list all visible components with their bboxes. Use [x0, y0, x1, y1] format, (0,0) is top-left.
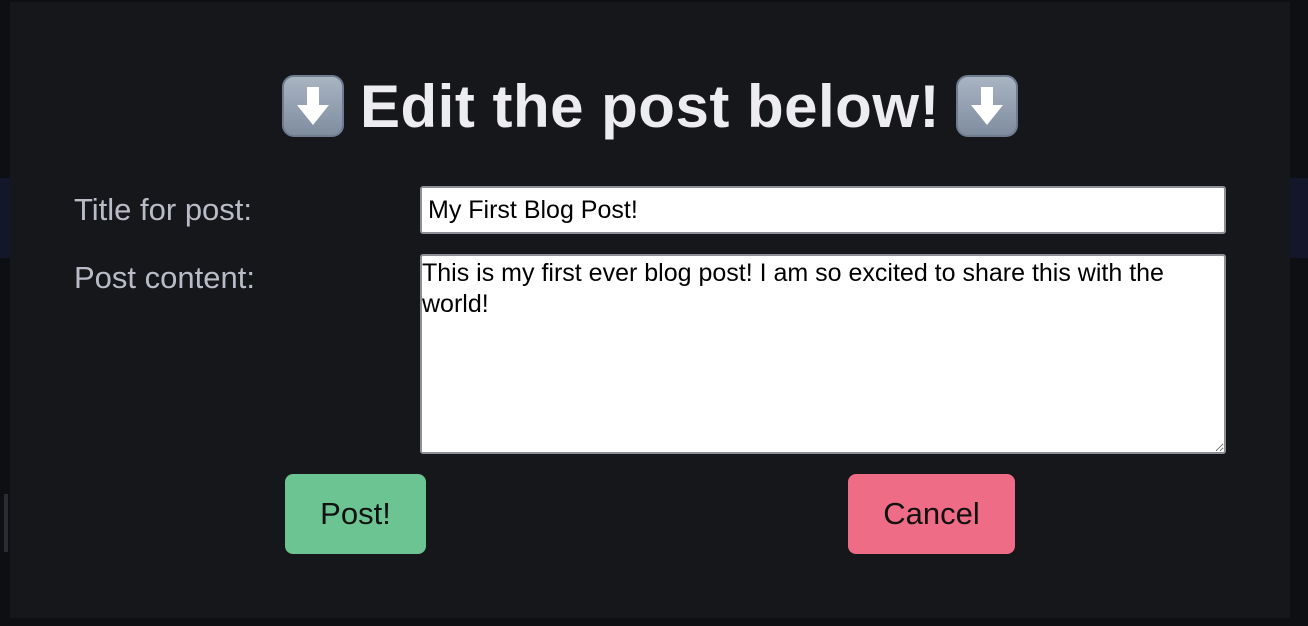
down-arrow-icon [282, 75, 344, 137]
dialog-heading: Edit the post below! [10, 66, 1290, 146]
content-label: Post content: [74, 260, 255, 295]
dialog-heading-text: Edit the post below! [360, 72, 940, 140]
post-title-input[interactable] [420, 186, 1226, 234]
cancel-button[interactable]: Cancel [848, 474, 1015, 554]
title-label: Title for post: [74, 192, 253, 227]
backdrop-edge-mark [4, 494, 8, 552]
post-button[interactable]: Post! [285, 474, 426, 554]
post-content-textarea[interactable]: This is my first ever blog post! I am so… [420, 254, 1226, 454]
down-arrow-icon [955, 75, 1018, 137]
edit-post-dialog: Edit the post below! Title for post: Pos… [10, 2, 1290, 618]
